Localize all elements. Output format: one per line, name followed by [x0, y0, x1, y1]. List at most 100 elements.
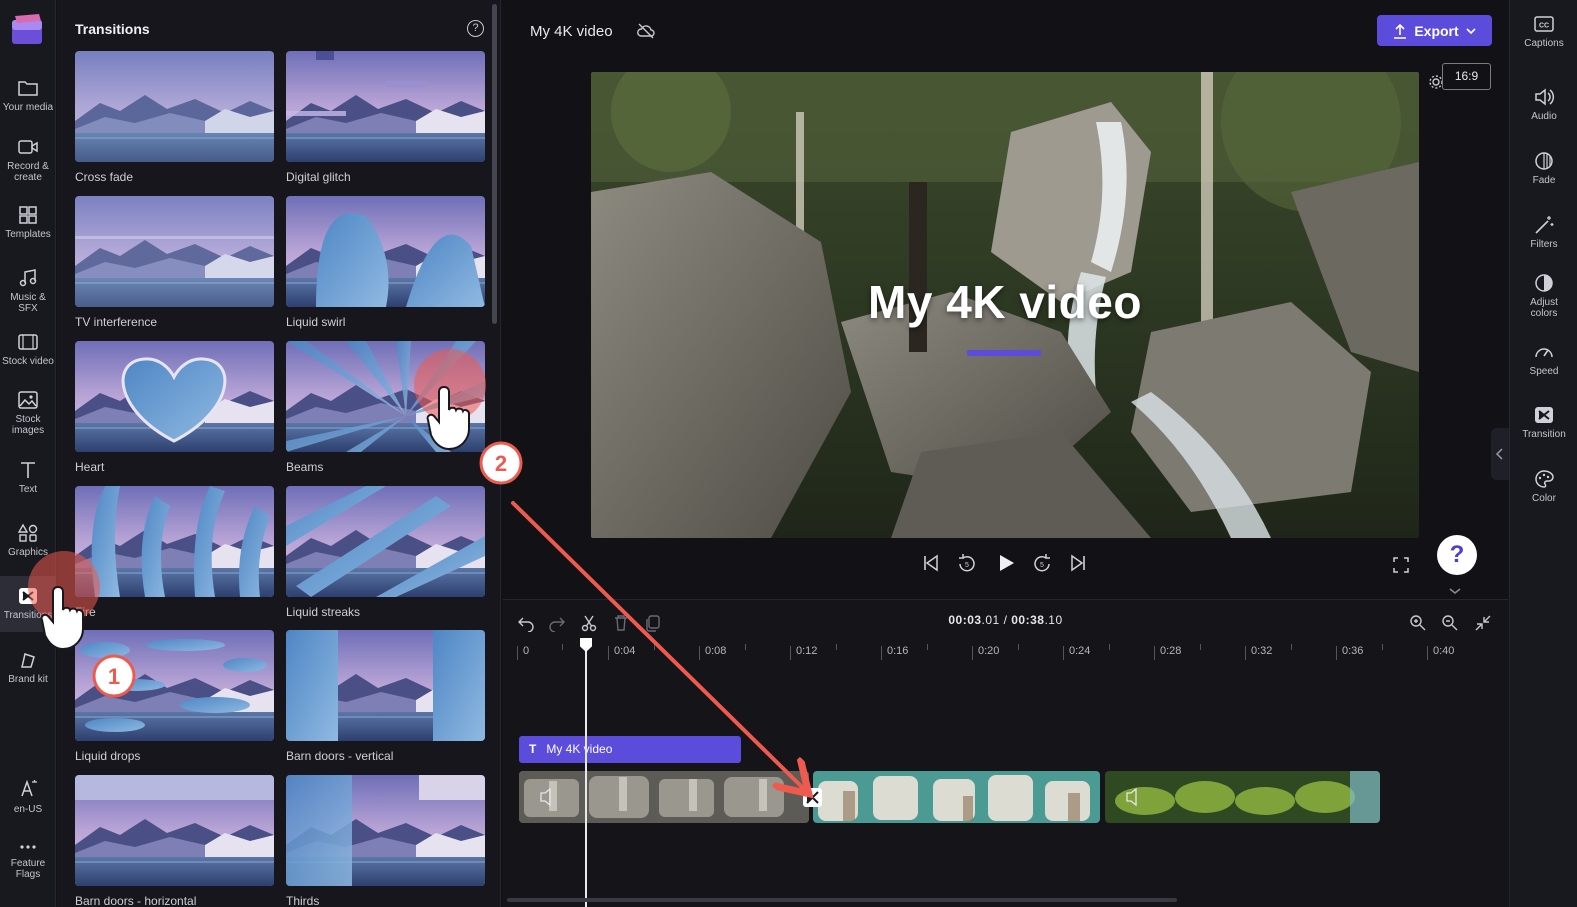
- current-time-frac: .01: [981, 613, 1000, 627]
- rb-fade[interactable]: Fade: [1510, 151, 1577, 186]
- transition-thumbnail: [286, 486, 485, 597]
- tick-label: 0:28: [1154, 646, 1181, 660]
- transition-marker[interactable]: [803, 788, 822, 807]
- total-time-frac: .10: [1044, 613, 1063, 627]
- transition-label: Fire: [75, 605, 96, 619]
- transition-thumbnail: [286, 341, 485, 452]
- rb-adjust-colors[interactable]: Adjust colors: [1510, 273, 1577, 319]
- transition-label: Cross fade: [75, 170, 134, 184]
- nav-feature-flags[interactable]: Feature Flags: [0, 840, 56, 880]
- speedometer-icon: [1535, 348, 1553, 358]
- nav-stock-video[interactable]: Stock video: [0, 332, 56, 367]
- skip-forward-icon[interactable]: [1069, 553, 1087, 573]
- nav-label: Your media: [2, 102, 54, 113]
- nav-label: Transitions: [3, 610, 53, 621]
- tick-label: 0:04: [608, 646, 635, 660]
- clip-filmstrip: [519, 771, 809, 823]
- cloud-off-icon[interactable]: [636, 21, 656, 41]
- rb-captions[interactable]: CC Captions: [1510, 14, 1577, 49]
- transition-tile-barn-doors-vertical[interactable]: Barn doors - vertical: [286, 630, 485, 763]
- transition-tile-liquid-streaks[interactable]: Liquid streaks: [286, 486, 485, 619]
- play-icon[interactable]: [996, 553, 1016, 573]
- tick-label: 0:12: [790, 646, 817, 660]
- nav-graphics[interactable]: Graphics: [0, 523, 56, 558]
- rb-label: Filters: [1530, 239, 1558, 250]
- video-clip-2[interactable]: [813, 771, 1100, 823]
- tick-label: 0: [517, 646, 529, 660]
- video-clip-1[interactable]: [519, 771, 809, 823]
- rb-label: Speed: [1529, 366, 1559, 377]
- transition-tile-liquid-swirl[interactable]: Liquid swirl: [286, 196, 485, 329]
- panel-scrollbar[interactable]: [492, 4, 497, 324]
- fit-timeline-icon[interactable]: [1474, 614, 1492, 632]
- rb-transition[interactable]: Transition: [1510, 405, 1577, 440]
- total-time: 00:38: [1011, 613, 1045, 627]
- transition-label: Thirds: [286, 894, 320, 907]
- aspect-ratio-button[interactable]: 16:9: [1442, 63, 1491, 90]
- nav-templates[interactable]: Templates: [0, 205, 56, 240]
- transition-tile-heart[interactable]: Heart: [75, 341, 274, 474]
- nav-label: Templates: [5, 229, 51, 240]
- nav-stock-images[interactable]: Stock images: [0, 390, 56, 436]
- transition-tile-digital-glitch[interactable]: Digital glitch: [286, 51, 485, 184]
- transition-tile-barn-doors-horizontal[interactable]: Barn doors - horizontal: [75, 775, 274, 907]
- nav-your-media[interactable]: Your media: [0, 78, 56, 113]
- transition-tile-tv-interference[interactable]: TV interference: [75, 196, 274, 329]
- preview-overlay-title[interactable]: My 4K video: [591, 275, 1419, 329]
- video-clip-3[interactable]: [1105, 771, 1380, 823]
- rb-speed[interactable]: Speed: [1510, 342, 1577, 377]
- time-ruler[interactable]: 0 0:04 0:08 0:12 0:16 0:20 0:24 0:28 0:3…: [517, 642, 1497, 662]
- timeline-scrollbar[interactable]: [507, 898, 1177, 902]
- transition-tile-fire[interactable]: Fire: [75, 486, 274, 619]
- palette-icon: [1535, 470, 1554, 488]
- export-button[interactable]: Export: [1377, 15, 1492, 46]
- help-bubble[interactable]: ?: [1437, 535, 1477, 575]
- clipchamp-editor: Your media Record & create Templates Mus…: [0, 0, 1577, 907]
- project-title[interactable]: My 4K video: [530, 23, 613, 40]
- nav-text[interactable]: Text: [0, 460, 56, 495]
- timecode: 00:03.01 / 00:38.10: [503, 613, 1508, 627]
- captions-icon: CC: [1534, 16, 1554, 32]
- fade-icon: [1535, 152, 1553, 170]
- nav-music-sfx[interactable]: Music & SFX: [0, 268, 56, 314]
- chevron-down-icon[interactable]: [1448, 586, 1462, 596]
- rb-label: Captions: [1524, 38, 1564, 49]
- chevron-down-icon: [1466, 27, 1476, 34]
- more-icon: [20, 845, 36, 849]
- collapse-panel-tab[interactable]: [1491, 428, 1509, 480]
- nav-brand-kit[interactable]: Brand kit: [0, 650, 56, 685]
- transition-thumbnail: [286, 775, 485, 886]
- nav-transitions[interactable]: Transitions: [0, 576, 56, 632]
- help-icon[interactable]: ?: [467, 20, 484, 37]
- rb-color[interactable]: Color: [1510, 469, 1577, 504]
- rb-audio[interactable]: Audio: [1510, 87, 1577, 122]
- transition-tile-liquid-drops[interactable]: Liquid drops: [75, 630, 274, 763]
- skip-back-icon[interactable]: [922, 553, 940, 573]
- nav-record-create[interactable]: Record & create: [0, 137, 56, 183]
- zoom-in-icon[interactable]: [1409, 614, 1427, 632]
- fullscreen-icon[interactable]: [1392, 556, 1410, 574]
- svg-text:CC: CC: [1539, 23, 1549, 30]
- transition-thumbnail: [75, 196, 274, 307]
- text-clip[interactable]: T My 4K video: [519, 736, 741, 763]
- transition-thumbnail: [75, 486, 274, 597]
- transition-icon: [1535, 407, 1553, 423]
- nav-label: Stock images: [11, 414, 45, 436]
- rb-filters[interactable]: Filters: [1510, 215, 1577, 250]
- tick-label: 0:40: [1427, 646, 1454, 660]
- nav-label: Text: [18, 484, 38, 495]
- zoom-out-icon[interactable]: [1441, 614, 1459, 632]
- nav-label: Feature Flags: [10, 858, 46, 880]
- transition-label: Digital glitch: [286, 170, 351, 184]
- rb-label: Audio: [1531, 111, 1557, 122]
- transition-thumbnail: [75, 51, 274, 162]
- transition-tile-cross-fade[interactable]: Cross fade: [75, 51, 274, 184]
- nav-language[interactable]: en-US: [0, 778, 56, 815]
- transition-tile-thirds[interactable]: Thirds: [286, 775, 485, 907]
- rewind-5-icon[interactable]: 5: [957, 553, 977, 573]
- playhead-line[interactable]: [585, 641, 587, 907]
- forward-5-icon[interactable]: 5: [1032, 553, 1052, 573]
- video-preview[interactable]: My 4K video: [591, 72, 1419, 538]
- current-time: 00:03: [948, 613, 982, 627]
- transition-tile-beams[interactable]: Beams: [286, 341, 485, 474]
